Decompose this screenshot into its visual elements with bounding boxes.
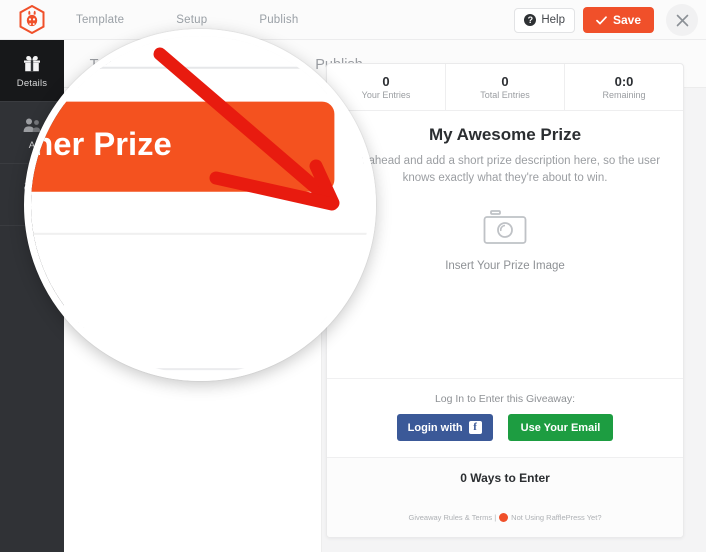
footer-promo-link[interactable]: Not Using RafflePress Yet? <box>511 513 601 522</box>
stat-total-entries: 0 Total Entries <box>445 64 564 110</box>
stat-remaining: 0:0 Remaining <box>564 64 683 110</box>
magnified-start-and-end-time-title: rt and End Time <box>31 268 334 305</box>
facebook-icon: f <box>468 421 482 434</box>
prize-image-placeholder-label: Insert Your Prize Image <box>445 259 565 272</box>
footer-rules-link[interactable]: Giveaway Rules & Terms | <box>408 513 496 522</box>
magnified-start-and-end-time-section: rt and End Time Ti UTC <box>31 232 369 374</box>
footer-content: Giveaway Rules & Terms | Not Using Raffl… <box>408 513 602 522</box>
stat-total-entries-value: 0 <box>501 74 509 89</box>
prize-image-placeholder[interactable]: Insert Your Prize Image <box>345 209 665 272</box>
login-buttons: Login with f Use Your Email <box>327 414 683 441</box>
login-with-facebook-label: Login with <box>407 421 463 434</box>
topbar-label-setup[interactable]: Setup <box>176 14 207 26</box>
magnified-accordion-body: My Awesome Prize ✎ + Add Another Prize <box>24 36 369 192</box>
login-block: Log In to Enter this Giveaway: Login wit… <box>327 378 683 457</box>
camera-icon <box>483 209 527 244</box>
use-your-email-button[interactable]: Use Your Email <box>507 414 614 441</box>
preview-area: 0 Your Entries 0 Total Entries 0:0 Remai… <box>322 63 706 552</box>
magnifier-lens: ate Setup Publish Giveaway Prize Details… <box>24 29 376 381</box>
topbar-label-publish[interactable]: Publish <box>259 14 298 26</box>
stat-remaining-value: 0:0 <box>614 74 634 89</box>
giveaway-preview-card: 0 Your Entries 0 Total Entries 0:0 Remai… <box>326 63 684 538</box>
topbar-label-template[interactable]: Template <box>76 14 124 26</box>
stat-your-entries-value: 0 <box>382 74 390 89</box>
stat-total-entries-label: Total Entries <box>480 90 530 100</box>
magnified-add-another-prize-label: Add Another Prize <box>24 128 172 164</box>
preview-body: My Awesome Prize Go ahead and add a shor… <box>327 111 683 378</box>
magnified-editor-panel: Giveaway Prize Details ▾ My Awesome Priz… <box>24 36 369 374</box>
save-button[interactable]: Save <box>582 7 654 33</box>
help-button[interactable]: ? Help <box>514 7 575 33</box>
use-your-email-label: Use Your Email <box>520 421 601 434</box>
preview-footer: Giveaway Rules & Terms | Not Using Raffl… <box>327 498 683 537</box>
magnified-timezone-label: Ti <box>31 333 334 356</box>
topbar-actions: ? Help Save <box>514 0 706 40</box>
app-logo[interactable] <box>0 0 64 40</box>
login-prompt: Log In to Enter this Giveaway: <box>434 393 576 405</box>
login-with-facebook-button[interactable]: Login with f <box>396 414 493 441</box>
top-bar: Template Setup Publish ? Help Save <box>0 0 706 40</box>
help-button-label: Help <box>541 14 565 26</box>
close-button[interactable] <box>666 4 698 36</box>
rafflepress-bunny-logo-icon <box>19 5 45 34</box>
ways-to-enter: 0 Ways to Enter <box>327 457 683 498</box>
save-button-label: Save <box>612 13 641 27</box>
preview-prize-title: My Awesome Prize <box>428 125 582 144</box>
stat-remaining-label: Remaining <box>602 90 646 100</box>
stats-bar: 0 Your Entries 0 Total Entries 0:0 Remai… <box>327 64 683 111</box>
magnified-add-another-prize-button[interactable]: + Add Another Prize <box>24 101 335 192</box>
question-mark-icon: ? <box>524 14 537 26</box>
close-icon <box>676 14 688 26</box>
rafflepress-bunny-icon <box>499 513 509 522</box>
preview-prize-description: Go ahead and add a short prize descripti… <box>349 155 661 185</box>
check-icon <box>596 15 607 24</box>
